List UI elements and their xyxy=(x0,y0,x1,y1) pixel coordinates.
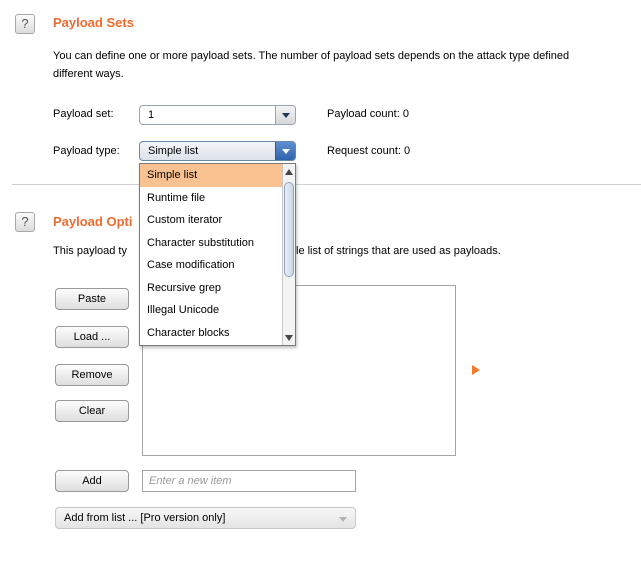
paste-button[interactable]: Paste xyxy=(55,288,129,310)
add-button[interactable]: Add xyxy=(55,470,129,492)
dropdown-option-custom-iterator[interactable]: Custom iterator xyxy=(140,209,282,232)
dropdown-option-character-substitution[interactable]: Character substitution xyxy=(140,232,282,255)
payload-sets-description-cont: different ways. xyxy=(53,68,124,80)
chevron-down-icon[interactable] xyxy=(275,106,295,124)
dropdown-option-character-blocks[interactable]: Character blocks xyxy=(140,322,282,345)
chevron-down-icon xyxy=(339,517,347,522)
dropdown-option-recursive-grep[interactable]: Recursive grep xyxy=(140,277,282,300)
play-icon[interactable] xyxy=(472,365,480,375)
scrollbar-thumb[interactable] xyxy=(284,182,294,277)
dropdown-option-illegal-unicode[interactable]: Illegal Unicode xyxy=(140,299,282,322)
scroll-down-icon[interactable] xyxy=(285,335,293,341)
scroll-up-icon[interactable] xyxy=(285,169,293,175)
payload-count: Payload count: 0 xyxy=(327,108,409,120)
clear-button[interactable]: Clear xyxy=(55,400,129,422)
help-icon[interactable]: ? xyxy=(15,14,35,34)
payload-set-value: 1 xyxy=(148,109,155,121)
dropdown-option-case-modification[interactable]: Case modification xyxy=(140,254,282,277)
dropdown-scrollbar[interactable] xyxy=(282,164,295,345)
section-divider xyxy=(12,184,641,185)
payload-type-value: Simple list xyxy=(148,145,199,157)
load-button[interactable]: Load ... xyxy=(55,326,129,348)
request-count: Request count: 0 xyxy=(327,145,411,157)
help-icon[interactable]: ? xyxy=(15,212,35,232)
payload-options-title: Payload Opti xyxy=(53,214,133,229)
dropdown-option-simple-list[interactable]: Simple list xyxy=(140,164,282,187)
payload-type-dropdown[interactable]: Simple list Runtime file Custom iterator… xyxy=(139,163,296,346)
payload-set-select[interactable]: 1 xyxy=(139,105,296,125)
payload-options-description-right: le list of strings that are used as payl… xyxy=(296,245,501,257)
payload-sets-title: Payload Sets xyxy=(53,15,134,30)
chevron-down-icon[interactable] xyxy=(275,142,295,160)
payload-type-label: Payload type: xyxy=(53,145,120,157)
payload-type-select[interactable]: Simple list xyxy=(139,141,296,161)
add-from-list-value: Add from list ... [Pro version only] xyxy=(64,512,226,524)
payload-options-description-left: This payload ty xyxy=(53,245,127,257)
new-item-input[interactable]: Enter a new item xyxy=(142,470,356,492)
payload-sets-description: You can define one or more payload sets.… xyxy=(53,50,570,62)
payload-set-label: Payload set: xyxy=(53,108,114,120)
add-from-list-select: Add from list ... [Pro version only] xyxy=(55,507,356,529)
remove-button[interactable]: Remove xyxy=(55,364,129,386)
dropdown-option-runtime-file[interactable]: Runtime file xyxy=(140,187,282,210)
